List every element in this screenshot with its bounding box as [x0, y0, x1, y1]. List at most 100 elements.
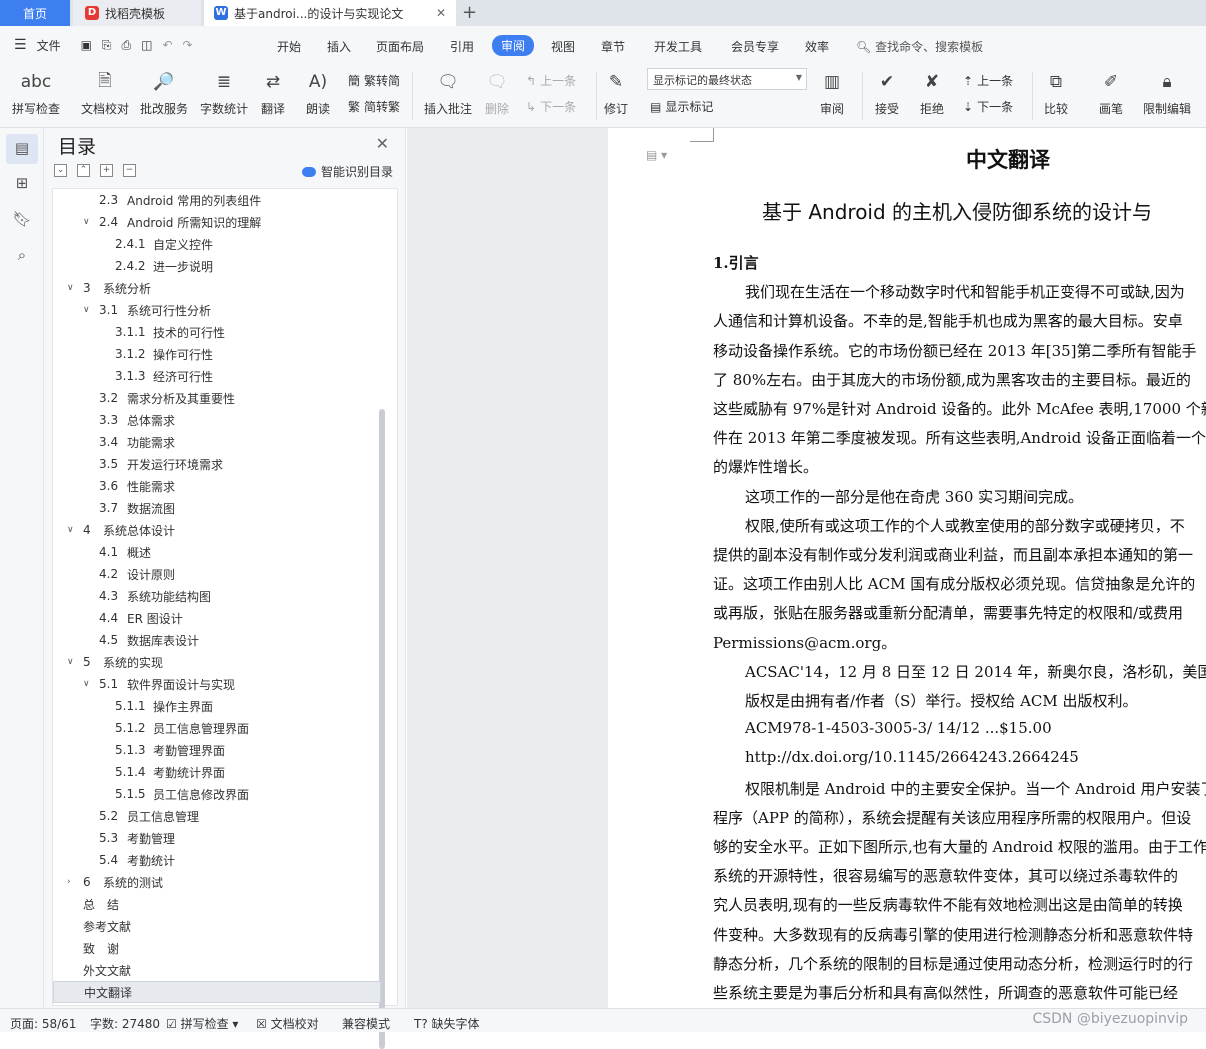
doc-proof-button[interactable]: 🗎 文档校对	[81, 68, 129, 117]
missing-font[interactable]: T? 缺失字体	[414, 1015, 480, 1032]
add-heading-icon[interactable]: +	[100, 164, 113, 177]
toc-item[interactable]: 3.3 总体需求	[53, 409, 381, 431]
prev-change-button[interactable]: ⇡ 上一条	[963, 72, 1013, 89]
toc-item[interactable]: ∨ 4 系统总体设计	[53, 519, 381, 541]
toc-item[interactable]: 3.1.2 操作可行性	[53, 343, 381, 365]
toc-item[interactable]: 4.5 数据库表设计	[53, 629, 381, 651]
word-count-button[interactable]: ≣ 字数统计	[200, 68, 248, 117]
save-icon[interactable]: ▣	[81, 38, 92, 52]
menu-start[interactable]: 开始	[277, 38, 301, 55]
read-aloud-button[interactable]: A) 朗读	[304, 68, 332, 117]
status-spell-check[interactable]: ☑ 拼写检查 ▾	[166, 1015, 238, 1032]
review-pane-button[interactable]: ▥ 审阅	[818, 68, 846, 117]
toc-item[interactable]: 2.4.2 进一步说明	[53, 255, 381, 277]
toc-item[interactable]: 4.1 概述	[53, 541, 381, 563]
toc-item[interactable]: 5.1.1 操作主界面	[53, 695, 381, 717]
toc-item[interactable]: 2.3 Android 常用的列表组件	[53, 189, 381, 211]
simp-to-trad-button[interactable]: 繁简转繁	[348, 98, 400, 115]
toc-item[interactable]: 3.1.3 经济可行性	[53, 365, 381, 387]
toc-item[interactable]: 5.2 员工信息管理	[53, 805, 381, 827]
show-markup-button[interactable]: ▤ 显示标记	[650, 98, 713, 115]
toc-item[interactable]: 3.7 数据流图	[53, 497, 381, 519]
toc-item[interactable]: 中文翻译	[53, 981, 381, 1003]
chevron-down-icon[interactable]: ∨	[83, 305, 90, 315]
toc-item[interactable]: 总 结	[53, 893, 381, 915]
preview-icon[interactable]: ◫	[141, 38, 152, 52]
toc-item[interactable]: 3.6 性能需求	[53, 475, 381, 497]
command-search[interactable]: 🔍︎ 查找命令、搜索模板	[856, 38, 983, 55]
word-count[interactable]: 字数: 27480	[90, 1015, 160, 1032]
toc-item[interactable]: 5.4 考勤统计	[53, 849, 381, 871]
next-comment-button[interactable]: ↳ 下一条	[526, 98, 576, 115]
toc-item[interactable]: 3.2 需求分析及其重要性	[53, 387, 381, 409]
toc-item[interactable]: 3.5 开发运行环境需求	[53, 453, 381, 475]
toc-item[interactable]: ∨ 3.1 系统可行性分析	[53, 299, 381, 321]
tab-home[interactable]: 首页	[0, 0, 70, 26]
toc-item[interactable]: 5.1.2 员工信息管理界面	[53, 717, 381, 739]
toc-item[interactable]: 4.2 设计原则	[53, 563, 381, 585]
toc-item[interactable]: 4.3 系统功能结构图	[53, 585, 381, 607]
doc-view-icon[interactable]: ▤ ▾	[646, 148, 667, 162]
toc-item[interactable]: 参考文献	[53, 915, 381, 937]
print-icon[interactable]: ⎙	[122, 38, 132, 53]
next-change-button[interactable]: ⇣ 下一条	[963, 98, 1013, 115]
expand-down-icon[interactable]: ⌄	[54, 164, 67, 177]
menu-devtools[interactable]: 开发工具	[654, 38, 702, 55]
chevron-down-icon[interactable]: ∨	[67, 525, 74, 535]
navigation-icon[interactable]: ⊞	[12, 174, 32, 194]
menu-file[interactable]: 文件	[37, 37, 61, 54]
menu-reference[interactable]: 引用	[450, 38, 474, 55]
toc-item[interactable]: 2.4.1 自定义控件	[53, 233, 381, 255]
chevron-down-icon[interactable]: ∨	[83, 217, 90, 227]
toc-item[interactable]: 5.1.4 考勤统计界面	[53, 761, 381, 783]
pen-button[interactable]: ✐ 画笔	[1097, 68, 1125, 117]
accept-button[interactable]: ✔ 接受	[873, 68, 901, 117]
chevron-down-icon[interactable]: ∨	[67, 657, 74, 667]
toc-item[interactable]: 外文文献	[53, 959, 381, 981]
smart-toc-button[interactable]: 智能识别目录	[301, 163, 393, 180]
tab-document[interactable]: W 基于androi...的设计与实现论文 ✕	[204, 0, 456, 26]
menu-chapter[interactable]: 章节	[601, 38, 625, 55]
find-icon[interactable]: ⌕	[12, 246, 32, 266]
compare-button[interactable]: ⧉ 比较	[1042, 68, 1070, 117]
spell-check-button[interactable]: abc 拼写检查	[12, 68, 60, 117]
toc-item[interactable]: ∨ 5 系统的实现	[53, 651, 381, 673]
undo-icon[interactable]: ↶	[162, 38, 172, 52]
menu-view[interactable]: 视图	[551, 38, 575, 55]
toc-pane-icon[interactable]: ▤	[6, 134, 38, 164]
chevron-down-icon[interactable]: ∨	[67, 283, 74, 293]
insert-comment-button[interactable]: 🗨 插入批注	[424, 68, 472, 117]
hamburger-icon[interactable]: ☰	[14, 37, 27, 53]
batch-service-button[interactable]: 🔎 批改服务	[140, 68, 188, 117]
remove-heading-icon[interactable]: −	[123, 164, 136, 177]
menu-member[interactable]: 会员专享	[731, 38, 779, 55]
toc-item[interactable]: 5.3 考勤管理	[53, 827, 381, 849]
toc-item[interactable]: 致 谢	[53, 937, 381, 959]
chevron-right-icon[interactable]: ›	[67, 877, 71, 887]
toc-item[interactable]: 4.4 ER 图设计	[53, 607, 381, 629]
collapse-up-icon[interactable]: ⌃	[77, 164, 90, 177]
page-count[interactable]: 页面: 58/61	[10, 1015, 76, 1032]
export-icon[interactable]: ⎘	[102, 38, 112, 53]
toc-item[interactable]: ∨ 5.1 软件界面设计与实现	[53, 673, 381, 695]
toc-item[interactable]: › 6 系统的测试	[53, 871, 381, 893]
toc-item[interactable]: 3.4 功能需求	[53, 431, 381, 453]
tab-template[interactable]: D 找稻壳模板	[73, 0, 201, 26]
menu-efficiency[interactable]: 效率	[805, 38, 829, 55]
menu-review[interactable]: 审阅	[492, 35, 535, 56]
menu-layout[interactable]: 页面布局	[376, 38, 424, 55]
bookmark-icon[interactable]: 🔖︎	[12, 210, 32, 230]
reject-button[interactable]: ✘ 拒绝	[918, 68, 946, 117]
status-doc-proof[interactable]: ☒ 文档校对	[256, 1015, 319, 1032]
toc-item[interactable]: 5.1.3 考勤管理界面	[53, 739, 381, 761]
menu-insert[interactable]: 插入	[327, 38, 351, 55]
track-changes-button[interactable]: ✎ 修订	[602, 68, 630, 117]
markup-state-select[interactable]: 显示标记的最终状态 ▼	[647, 68, 807, 90]
trad-to-simp-button[interactable]: 簡繁转简	[348, 72, 400, 89]
toc-item[interactable]: ∨ 3 系统分析	[53, 277, 381, 299]
chevron-down-icon[interactable]: ∨	[83, 679, 90, 689]
translate-button[interactable]: ⇄ 翻译	[259, 68, 287, 117]
restrict-editing-button[interactable]: 🔒︎ 限制编辑	[1143, 68, 1191, 117]
toc-item[interactable]: 3.1.1 技术的可行性	[53, 321, 381, 343]
redo-icon[interactable]: ↷	[183, 38, 193, 52]
